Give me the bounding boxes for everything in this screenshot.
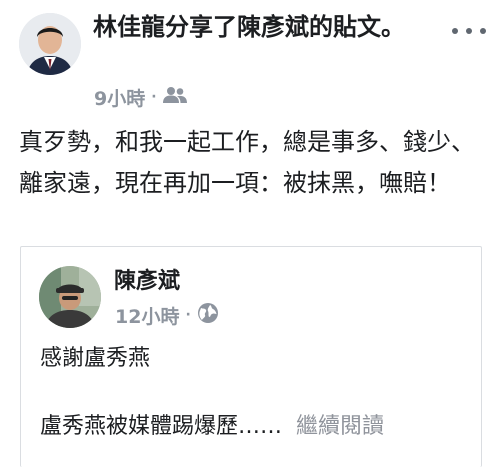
shared-post-preview: 盧秀燕被媒體踢爆歷…… [40,414,283,439]
post-meta: 9小時 · [94,84,187,110]
post-body: 真歹勢，和我一起工作，總是事多、錢少、離家遠，現在再加一項：被抹黑，嘸賠！ [19,128,475,197]
see-more-link[interactable]: 繼續閱讀 [296,414,384,439]
share-header-text[interactable]: 林佳龍分享了陳彥斌的貼文。 [93,12,423,43]
shared-post-timestamp[interactable]: 12小時 [115,302,179,329]
author-portrait-icon [19,13,81,75]
shared-author-avatar[interactable] [39,266,101,328]
shared-post-card[interactable]: 陳彥斌 12小時 · 感謝盧秀燕 盧秀燕被媒體踢爆歷…… 繼續閱讀 [20,246,482,467]
shared-post-text-line2: 盧秀燕被媒體踢爆歷…… 繼續閱讀 [40,412,480,442]
post-timestamp[interactable]: 9小時 [94,84,145,111]
shared-author-name[interactable]: 陳彥斌 [114,267,180,297]
shared-post-text-line1: 感謝盧秀燕 [40,346,151,371]
post-header: 林佳龍分享了陳彥斌的貼文。 9小時 · [0,0,500,115]
author-avatar[interactable] [19,13,81,75]
shared-post-meta: 12小時 · [115,302,219,328]
globe-icon[interactable] [197,302,219,329]
meta-separator: · [151,89,157,105]
friends-icon[interactable] [162,86,187,109]
more-options-icon[interactable] [452,24,486,38]
shared-meta-separator: · [185,307,191,323]
shared-author-portrait-icon [39,266,101,328]
